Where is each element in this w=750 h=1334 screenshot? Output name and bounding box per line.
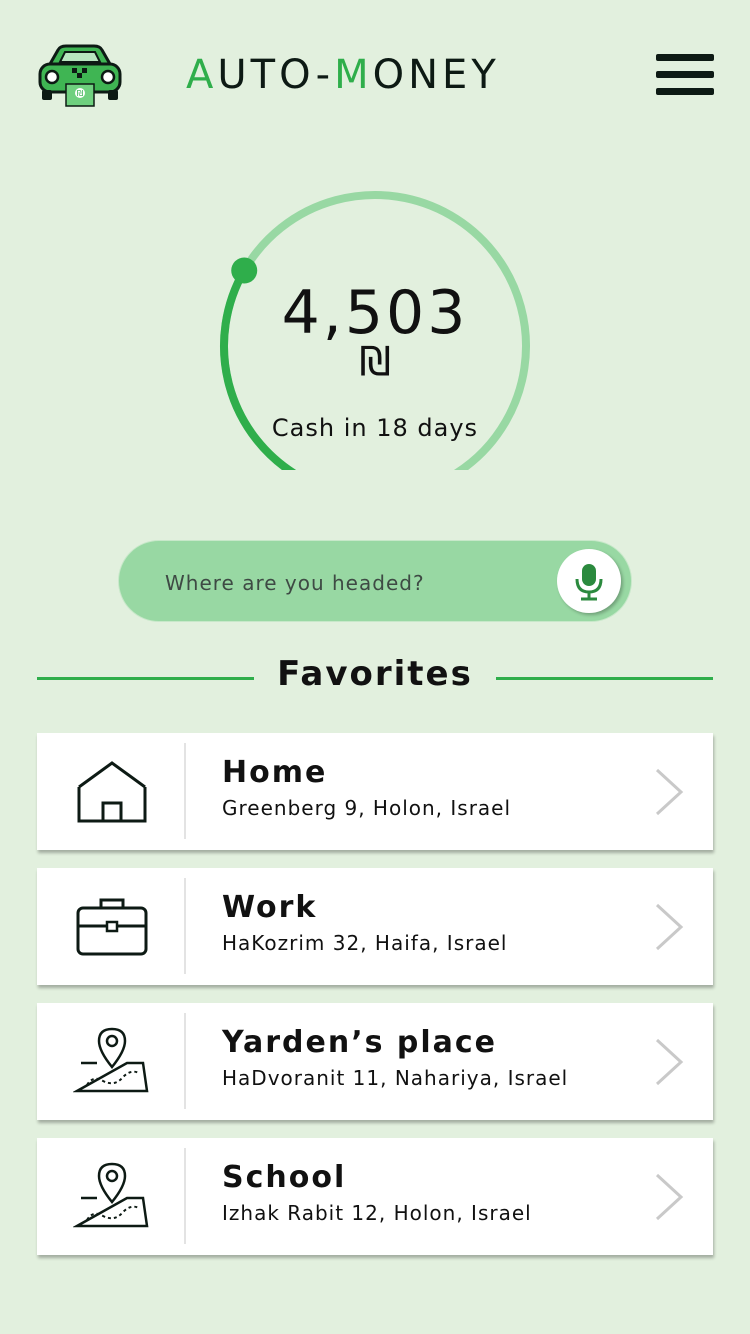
favorite-address: HaKozrim 32, Haifa, Israel	[222, 931, 508, 955]
favorite-name: Work	[222, 890, 318, 925]
app-logo-text: AUTO-MONEY	[186, 50, 580, 100]
brand-text-auto: UTO-	[217, 52, 335, 98]
search-bar	[118, 540, 632, 622]
favorite-name: Yarden’s place	[222, 1025, 498, 1060]
hamburger-icon[interactable]	[656, 54, 714, 98]
chevron-right-icon	[655, 768, 684, 816]
chevron-right-icon	[655, 1173, 684, 1221]
currency-symbol: ₪	[359, 339, 391, 385]
favorites-divider-right	[496, 677, 713, 680]
map-pin-icon	[73, 1027, 149, 1093]
favorite-address: Izhak Rabit 12, Holon, Israel	[222, 1201, 532, 1225]
balance-gauge: 4,503 ₪ Cash in 18 days	[200, 170, 550, 470]
chevron-right-icon	[655, 1038, 684, 1086]
favorites-header: Favorites	[37, 650, 713, 706]
favorite-item-work[interactable]: Work HaKozrim 32, Haifa, Israel	[37, 868, 713, 985]
favorites-title: Favorites	[277, 654, 473, 694]
microphone-glyph-icon	[575, 564, 603, 601]
favorite-name: School	[222, 1160, 347, 1195]
map-pin-icon	[73, 1162, 149, 1228]
cash-countdown-label: Cash in 18 days	[271, 414, 479, 442]
balance-amount: 4,503	[281, 278, 469, 348]
briefcase-icon	[76, 898, 148, 956]
car-money-icon: ₪	[38, 44, 122, 107]
microphone-icon[interactable]	[557, 549, 621, 613]
chevron-right-icon	[655, 903, 684, 951]
brand-letter-a: A	[186, 52, 218, 98]
home-icon	[77, 761, 147, 823]
brand-text-oney: ONEY	[372, 52, 500, 98]
favorite-address: Greenberg 9, Holon, Israel	[222, 796, 512, 820]
favorites-list: Home Greenberg 9, Holon, Israel Work HaK…	[37, 733, 713, 1273]
favorite-item-school[interactable]: School Izhak Rabit 12, Holon, Israel	[37, 1138, 713, 1255]
favorite-name: Home	[222, 755, 328, 790]
destination-search-input[interactable]	[163, 563, 547, 603]
favorite-address: HaDvoranit 11, Nahariya, Israel	[222, 1066, 569, 1090]
favorite-item-home[interactable]: Home Greenberg 9, Holon, Israel	[37, 733, 713, 850]
svg-text:₪: ₪	[77, 89, 83, 98]
favorite-item-yardens-place[interactable]: Yarden’s place HaDvoranit 11, Nahariya, …	[37, 1003, 713, 1120]
app-header: ₪ AUTO-MONEY	[0, 0, 750, 150]
brand-letter-m: M	[334, 52, 373, 98]
